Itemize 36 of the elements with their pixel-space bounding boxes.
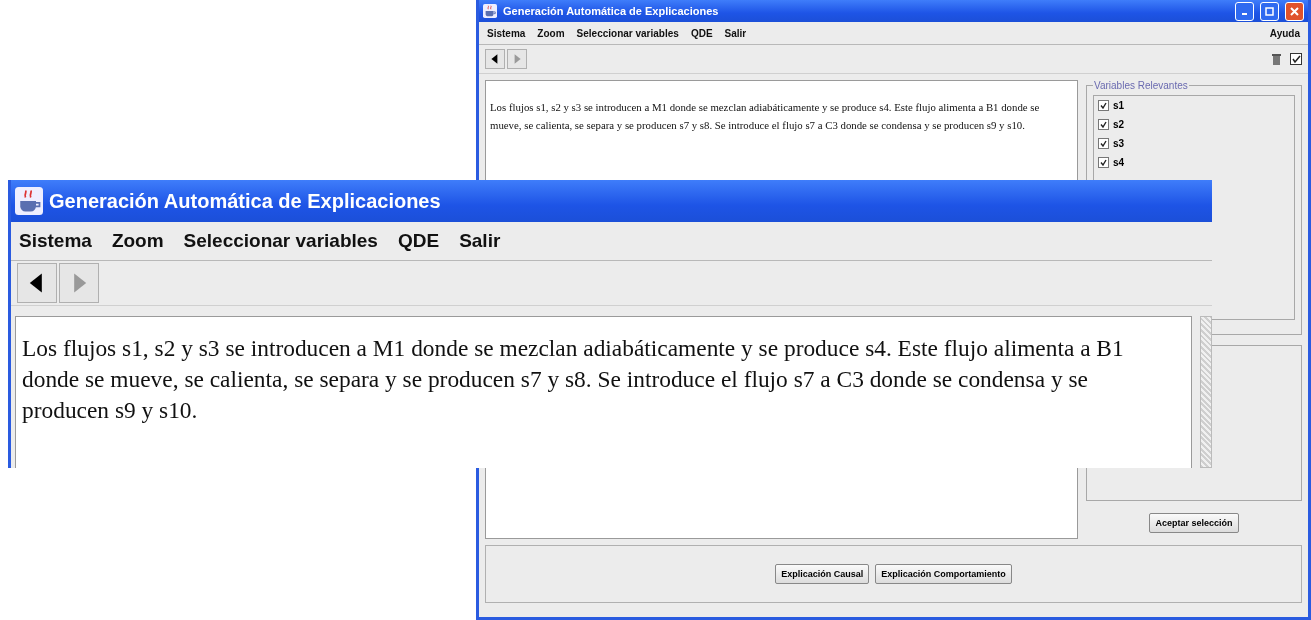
variable-label: s4 [1113, 157, 1125, 168]
trash-icon[interactable] [1271, 53, 1282, 65]
close-button[interactable] [1285, 1, 1304, 21]
menu-item[interactable]: Salir [724, 27, 747, 39]
checkbox[interactable] [1098, 119, 1109, 130]
menu-item[interactable]: Zoom [111, 230, 164, 252]
maximize-button[interactable] [1260, 1, 1279, 21]
menu-item[interactable]: Sistema [19, 230, 92, 252]
explanation-button[interactable]: Explicación Comportamiento [875, 564, 1012, 584]
checkbox[interactable] [1098, 100, 1109, 111]
menu-item[interactable]: QDE [397, 230, 440, 252]
checkbox[interactable] [1098, 138, 1109, 149]
back-button[interactable] [485, 49, 505, 69]
minimize-button[interactable] [1235, 1, 1254, 21]
menu-item[interactable]: Seleccionar variables [576, 27, 679, 39]
maximize-icon [1265, 6, 1274, 16]
accept-button[interactable]: Aceptar selección [1149, 513, 1239, 533]
group-title: Variables Relevantes [1093, 80, 1189, 91]
window-title: Generación Automática de Explicaciones [49, 189, 442, 213]
menu-item[interactable]: QDE [690, 27, 713, 39]
checkbox-icon[interactable] [1290, 53, 1302, 65]
variable-label: s3 [1113, 138, 1125, 149]
window-title: Generación Automática de Explicaciones [503, 5, 720, 17]
close-icon [1290, 6, 1299, 16]
variable-label: s2 [1113, 119, 1125, 130]
checkbox[interactable] [1098, 157, 1109, 168]
app-icon [483, 4, 497, 18]
app-icon [15, 187, 43, 215]
menu-item[interactable]: Ayuda [1269, 27, 1300, 39]
variable-label: s1 [1113, 100, 1125, 111]
menu-item[interactable]: Sistema [487, 27, 526, 39]
menu-item[interactable]: Zoom [537, 27, 565, 39]
explanation-button[interactable]: Explicación Causal [775, 564, 870, 584]
back-button[interactable] [17, 263, 57, 303]
explanation-text: Los flujos s1, s2 y s3 se introducen a M1 donde se mezclan adiabáticamente y se produce s4. Este flujo alimenta a B1 donde se mueve, se calienta, se separa y se producen s7 y s8. Se introduce el flujo s7 a C3 donde se condensa y se producen s9 y s10. [15, 316, 1192, 468]
menu-item[interactable]: Seleccionar variables [183, 230, 378, 252]
